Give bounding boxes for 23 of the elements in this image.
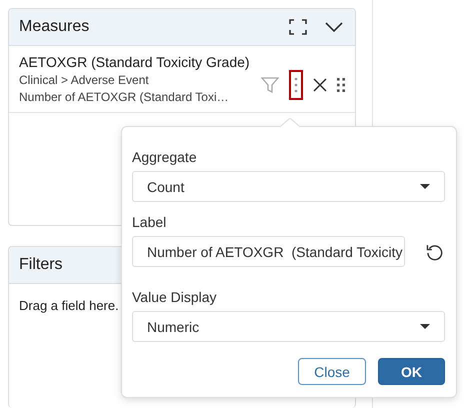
drag-handle-icon[interactable] xyxy=(337,78,345,92)
close-icon[interactable] xyxy=(313,78,327,92)
panel-title: Measures xyxy=(19,18,90,36)
field-label: Aggregate xyxy=(132,149,198,165)
chevron-down-icon[interactable] xyxy=(325,22,343,32)
dropdown[interactable]: Numeric xyxy=(132,311,445,342)
dropdown[interactable]: Count xyxy=(132,171,445,202)
close-button[interactable]: Close xyxy=(298,358,366,385)
panel-title: Filters xyxy=(19,256,64,274)
more-button[interactable] xyxy=(289,70,303,100)
measure-item[interactable]: AETOXGR (Standard Toxicity Grade) Clinical > Adverse Event Number of AETOXGR (Standard Toxi… xyxy=(9,46,355,113)
caret-icon xyxy=(420,324,430,329)
measure-label: Number of AETOXGR (Standard Toxi… xyxy=(19,90,230,104)
measure-name: AETOXGR (Standard Toxicity Grade) xyxy=(19,54,251,70)
more-icon xyxy=(294,76,298,94)
caret-icon xyxy=(420,184,430,189)
field-label: Value Display xyxy=(132,289,218,305)
field-label: Label xyxy=(132,214,168,230)
expand-icon[interactable] xyxy=(289,19,307,35)
measure-path: Clinical > Adverse Event xyxy=(19,73,150,87)
drop-hint: Drag a field here. xyxy=(19,298,119,313)
ok-button[interactable]: OK xyxy=(378,358,445,385)
label-field[interactable]: Number of AETOXGR (Standard Toxicity xyxy=(132,236,406,267)
